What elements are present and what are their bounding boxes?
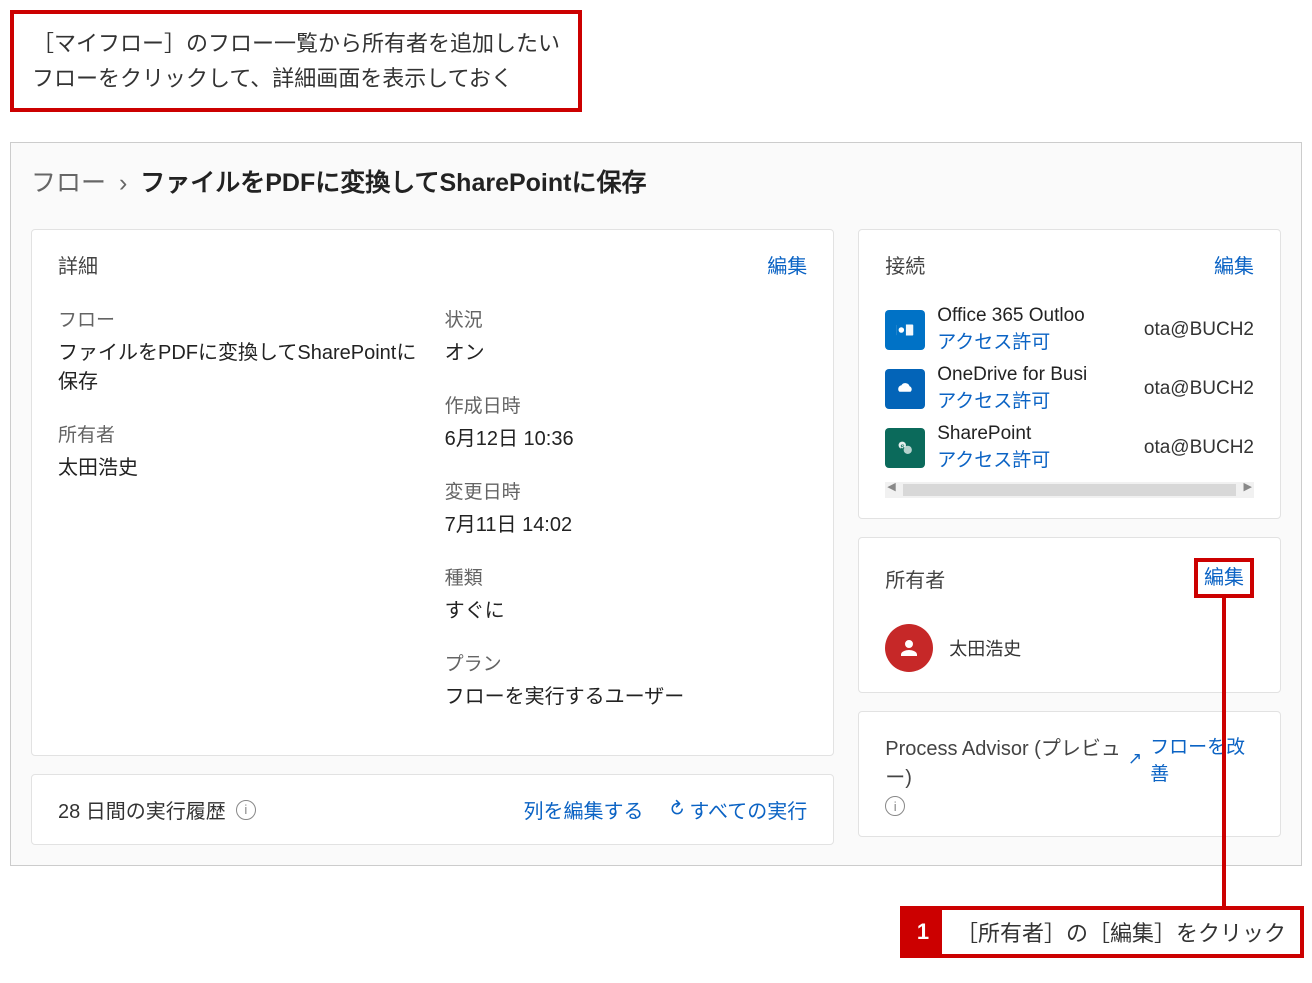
history-panel: 28 日間の実行履歴 i 列を編集する ↻ すべての実行 [31, 774, 834, 845]
info-icon[interactable]: i [236, 800, 256, 820]
owners-title: 所有者 [885, 564, 945, 593]
open-external-icon: ↗ [1128, 749, 1142, 769]
connection-row: S SharePoint アクセス許可 ota@BUCH2 [885, 423, 1254, 472]
connection-name: OneDrive for Busi [937, 364, 1132, 386]
callout-number: 1 [904, 910, 942, 954]
type-value: すぐに [445, 594, 808, 623]
details-edit-link[interactable]: 編集 [767, 250, 807, 279]
breadcrumb-root[interactable]: フロー [31, 169, 106, 197]
owners-panel: 所有者 編集 太田浩史 [858, 537, 1281, 693]
refresh-icon: ↻ [662, 796, 690, 824]
owners-edit-link[interactable]: 編集 [1194, 558, 1254, 598]
created-value: 6月12日 10:36 [445, 422, 808, 451]
history-title: 28 日間の実行履歴 [58, 795, 226, 824]
connection-account: ota@BUCH2 [1144, 378, 1254, 400]
owner-value: 太田浩史 [58, 451, 421, 480]
connection-permission-link[interactable]: アクセス許可 [937, 445, 1132, 472]
connection-account: ota@BUCH2 [1144, 319, 1254, 341]
owner-avatar [885, 624, 933, 672]
outlook-icon [885, 310, 925, 350]
instruction-box: ［マイフロー］のフロー一覧から所有者を追加したい フローをクリックして、詳細画面… [10, 10, 582, 112]
process-advisor-title: Process Advisor (プレビュー) [885, 732, 1128, 790]
process-advisor-panel: Process Advisor (プレビュー) i ↗ フローを改善 [858, 711, 1281, 837]
callout-text: ［所有者］の［編集］をクリック [942, 910, 1300, 954]
breadcrumb-separator: › [119, 169, 127, 197]
connections-scrollbar[interactable] [885, 482, 1254, 498]
improve-flow-link[interactable]: ↗ フローを改善 [1128, 732, 1254, 786]
details-title: 詳細 [58, 250, 98, 279]
connections-edit-link[interactable]: 編集 [1214, 250, 1254, 279]
sharepoint-icon: S [885, 428, 925, 468]
instruction-line2: フローをクリックして、詳細画面を表示しておく [32, 61, 560, 96]
connection-row: OneDrive for Busi アクセス許可 ota@BUCH2 [885, 364, 1254, 413]
flow-value: ファイルをPDFに変換してSharePointに保存 [58, 336, 421, 394]
owner-name: 太田浩史 [949, 635, 1021, 661]
breadcrumb-current: ファイルをPDFに変換してSharePointに保存 [140, 169, 646, 197]
connection-permission-link[interactable]: アクセス許可 [937, 327, 1132, 354]
details-panel: 詳細 編集 フロー ファイルをPDFに変換してSharePointに保存 所有者… [31, 229, 834, 756]
connection-permission-link[interactable]: アクセス許可 [937, 386, 1132, 413]
modified-value: 7月11日 14:02 [445, 508, 808, 537]
status-label: 状況 [445, 305, 808, 332]
instruction-line1: ［マイフロー］のフロー一覧から所有者を追加したい [32, 26, 560, 61]
owner-label: 所有者 [58, 420, 421, 447]
modified-label: 変更日時 [445, 477, 808, 504]
connection-name: SharePoint [937, 423, 1132, 445]
callout-box: 1 ［所有者］の［編集］をクリック [900, 906, 1304, 958]
type-label: 種類 [445, 563, 808, 590]
callout-connector-line [1222, 598, 1226, 906]
connection-name: Office 365 Outloo [937, 305, 1132, 327]
all-runs-link[interactable]: ↻ すべての実行 [668, 795, 808, 824]
plan-label: プラン [445, 649, 808, 676]
scrollbar-thumb[interactable] [903, 484, 1236, 496]
onedrive-icon [885, 369, 925, 409]
connection-account: ota@BUCH2 [1144, 437, 1254, 459]
edit-columns-link[interactable]: 列を編集する [524, 795, 644, 824]
app-frame: フロー › ファイルをPDFに変換してSharePointに保存 詳細 編集 フ… [10, 142, 1302, 866]
all-runs-label: すべての実行 [689, 795, 807, 824]
created-label: 作成日時 [445, 391, 808, 418]
svg-text:S: S [901, 444, 906, 451]
connection-row: Office 365 Outloo アクセス許可 ota@BUCH2 [885, 305, 1254, 354]
improve-flow-label: フローを改善 [1150, 732, 1254, 786]
status-value: オン [445, 336, 808, 365]
plan-value: フローを実行するユーザー [445, 680, 808, 709]
connections-title: 接続 [885, 250, 925, 279]
info-icon[interactable]: i [885, 796, 905, 816]
connections-panel: 接続 編集 Office 365 Outloo アクセス許可 ota@BUCH2 [858, 229, 1281, 519]
flow-label: フロー [58, 305, 421, 332]
breadcrumb: フロー › ファイルをPDFに変換してSharePointに保存 [31, 163, 1281, 199]
